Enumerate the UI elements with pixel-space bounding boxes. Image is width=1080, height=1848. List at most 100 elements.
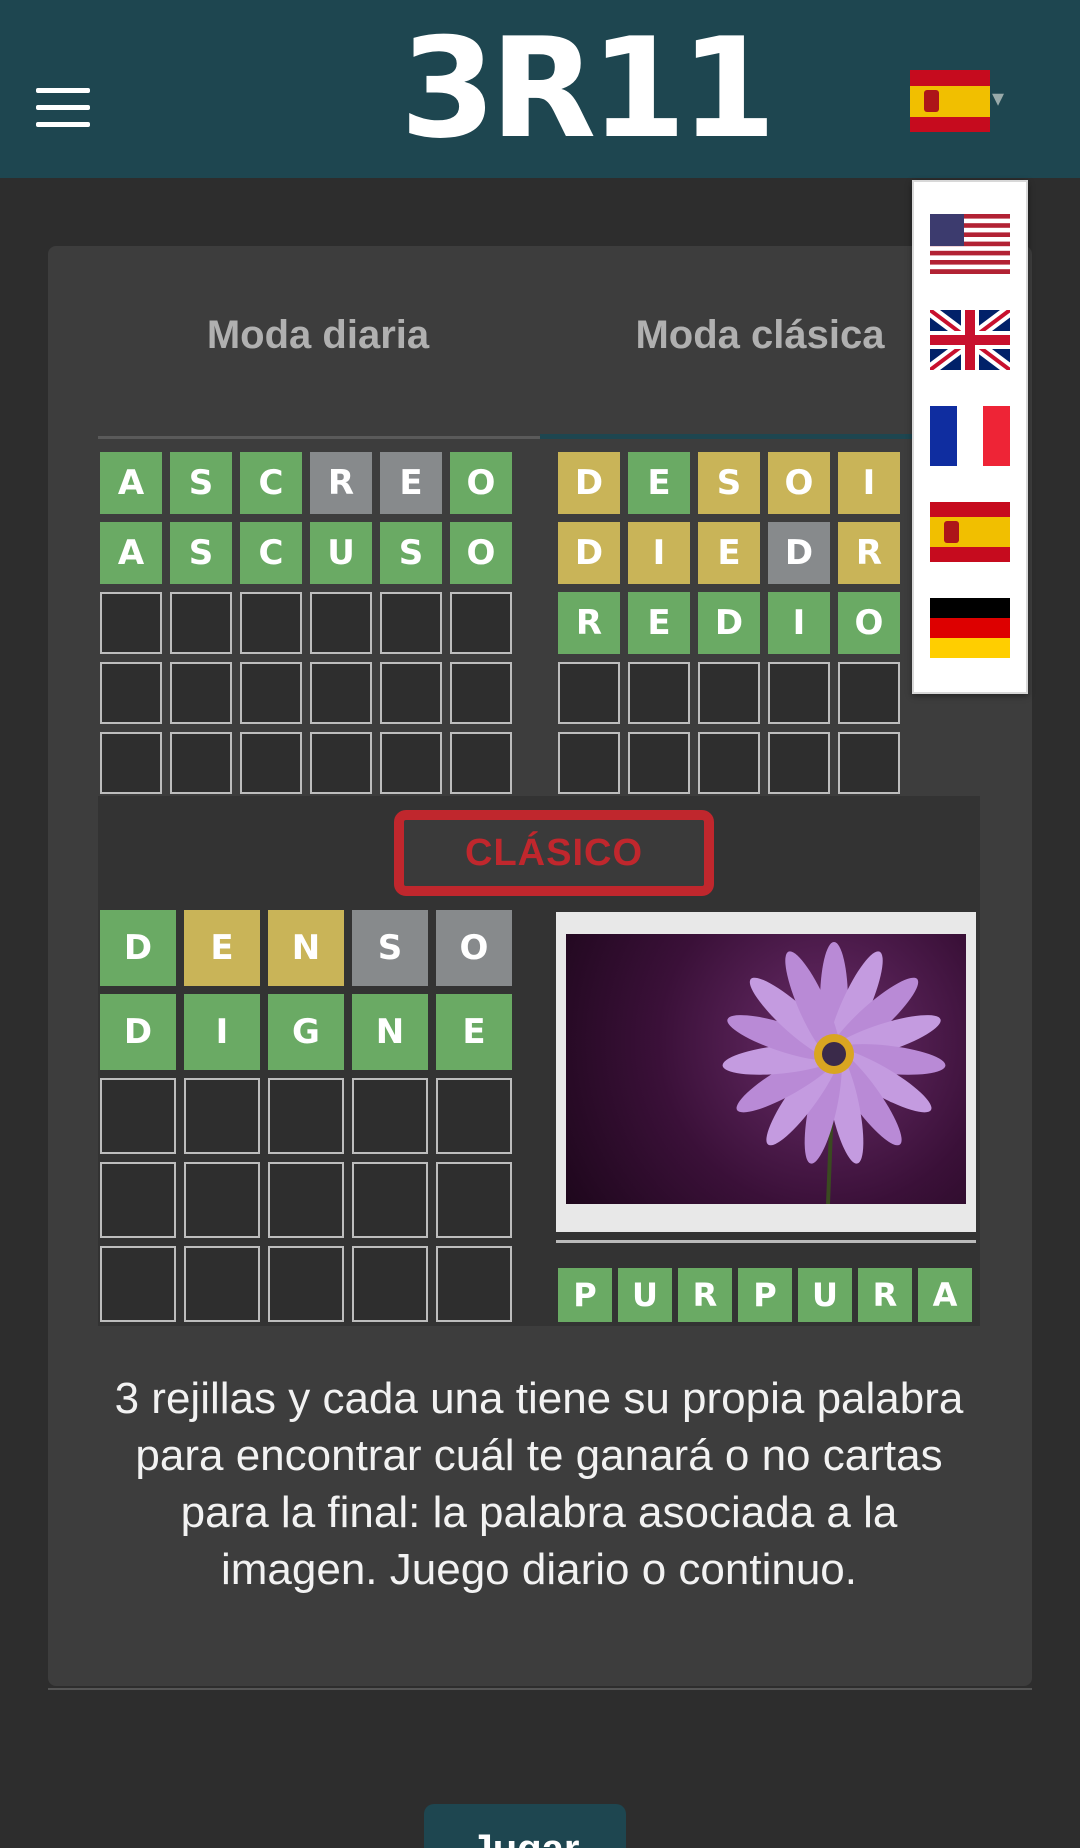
grid1-empty-tile (380, 662, 442, 724)
grid2-letter-tile: R (838, 522, 900, 584)
grid1-empty-tile (170, 592, 232, 654)
grid2-empty-tile (698, 732, 760, 794)
grid1-empty-tile (380, 592, 442, 654)
grid2-empty-tile (558, 662, 620, 724)
grid3-empty-tile (352, 1162, 428, 1238)
es-flag-icon (930, 502, 1010, 562)
grid1-empty-tile (310, 592, 372, 654)
grid2-letter-tile: E (698, 522, 760, 584)
answer-letter-tile: R (678, 1268, 732, 1322)
language-option-de[interactable] (930, 598, 1010, 658)
grid1-empty-tile (100, 732, 162, 794)
grid2-letter-tile: E (628, 452, 690, 514)
grid1-empty-tile (100, 662, 162, 724)
grid3-letter-tile: N (352, 994, 428, 1070)
grid3-letter-tile: D (100, 910, 176, 986)
grid3-letter-tile: N (268, 910, 344, 986)
grid1-letter-tile: S (380, 522, 442, 584)
grid1-empty-tile (450, 592, 512, 654)
photo-divider (556, 1240, 976, 1243)
es-flag-icon (910, 70, 990, 132)
play-button[interactable]: Jugar (424, 1804, 626, 1848)
grid3-empty-tile (436, 1246, 512, 1322)
grid3-empty-tile (100, 1162, 176, 1238)
grid2-letter-tile: D (558, 452, 620, 514)
grid3-empty-tile (352, 1078, 428, 1154)
grid3-letter-tile: O (436, 910, 512, 986)
grid3-empty-tile (184, 1162, 260, 1238)
grid3-empty-tile (100, 1246, 176, 1322)
grid1-letter-tile: O (450, 452, 512, 514)
grid1-empty-tile (100, 592, 162, 654)
grid1-letter-tile: U (310, 522, 372, 584)
fr-flag-icon (930, 406, 1010, 466)
grid3-letter-tile: D (100, 994, 176, 1070)
grid2-letter-tile: D (698, 592, 760, 654)
grid1-empty-tile (310, 662, 372, 724)
grid2-empty-tile (628, 662, 690, 724)
grid1-letter-tile: O (450, 522, 512, 584)
us-flag-icon (930, 214, 1010, 274)
grid3-empty-tile (268, 1162, 344, 1238)
grid3-letter-tile: G (268, 994, 344, 1070)
grid1-letter-tile: A (100, 452, 162, 514)
grid3-empty-tile (184, 1078, 260, 1154)
grid1-empty-tile (170, 732, 232, 794)
grid2-empty-tile (628, 732, 690, 794)
grid3-letter-tile: I (184, 994, 260, 1070)
grid1-empty-tile (240, 732, 302, 794)
grid1-letter-tile: R (310, 452, 372, 514)
grid2-empty-tile (698, 662, 760, 724)
grid1-empty-tile (450, 662, 512, 724)
answer-letter-tile: R (858, 1268, 912, 1322)
tab-daily-mode[interactable]: Moda diaria (98, 300, 538, 370)
grid1-empty-tile (380, 732, 442, 794)
grid1-letter-tile: S (170, 522, 232, 584)
purple-flower-photo (566, 934, 966, 1204)
grid1-letter-tile: C (240, 522, 302, 584)
game-preview-image: CLÁSICO A S C R E O A S C U S O D E S O … (98, 448, 980, 1328)
grid2-letter-tile: O (838, 592, 900, 654)
grid1-letter-tile: C (240, 452, 302, 514)
grid2-letter-tile: D (768, 522, 830, 584)
grid2-letter-tile: I (628, 522, 690, 584)
chevron-down-icon: ▾ (992, 85, 1005, 112)
grid1-empty-tile (310, 732, 372, 794)
language-option-en-gb[interactable] (926, 305, 1014, 375)
menu-icon[interactable] (36, 88, 90, 128)
language-option-fr[interactable] (930, 406, 1010, 466)
grid2-empty-tile (838, 732, 900, 794)
grid2-letter-tile: E (628, 592, 690, 654)
grid3-letter-tile: S (352, 910, 428, 986)
classic-stamp: CLÁSICO (394, 810, 714, 896)
app-logo[interactable]: 3R11 (400, 14, 776, 164)
grid3-empty-tile (436, 1078, 512, 1154)
grid1-letter-tile: A (100, 522, 162, 584)
language-option-en-us[interactable] (930, 214, 1010, 274)
grid2-letter-tile: I (838, 452, 900, 514)
grid2-letter-tile: I (768, 592, 830, 654)
grid1-empty-tile (240, 592, 302, 654)
answer-letter-tile: P (558, 1268, 612, 1322)
app-header: 3R11 ▾ (0, 0, 1080, 178)
grid1-empty-tile (170, 662, 232, 724)
photo-frame (556, 912, 976, 1232)
card-divider (48, 1688, 1032, 1690)
grid2-empty-tile (768, 662, 830, 724)
grid2-letter-tile: O (768, 452, 830, 514)
answer-letter-tile: U (618, 1268, 672, 1322)
grid3-empty-tile (268, 1078, 344, 1154)
grid2-letter-tile: R (558, 592, 620, 654)
grid3-letter-tile: E (436, 994, 512, 1070)
language-option-es[interactable] (930, 502, 1010, 562)
grid2-empty-tile (558, 732, 620, 794)
language-selector[interactable]: ▾ (910, 70, 1010, 132)
grid1-empty-tile (240, 662, 302, 724)
grid2-letter-tile: S (698, 452, 760, 514)
grid1-empty-tile (450, 732, 512, 794)
grid3-letter-tile: E (184, 910, 260, 986)
de-flag-icon (930, 598, 1010, 658)
grid2-empty-tile (768, 732, 830, 794)
grid3-empty-tile (352, 1246, 428, 1322)
grid3-empty-tile (436, 1162, 512, 1238)
